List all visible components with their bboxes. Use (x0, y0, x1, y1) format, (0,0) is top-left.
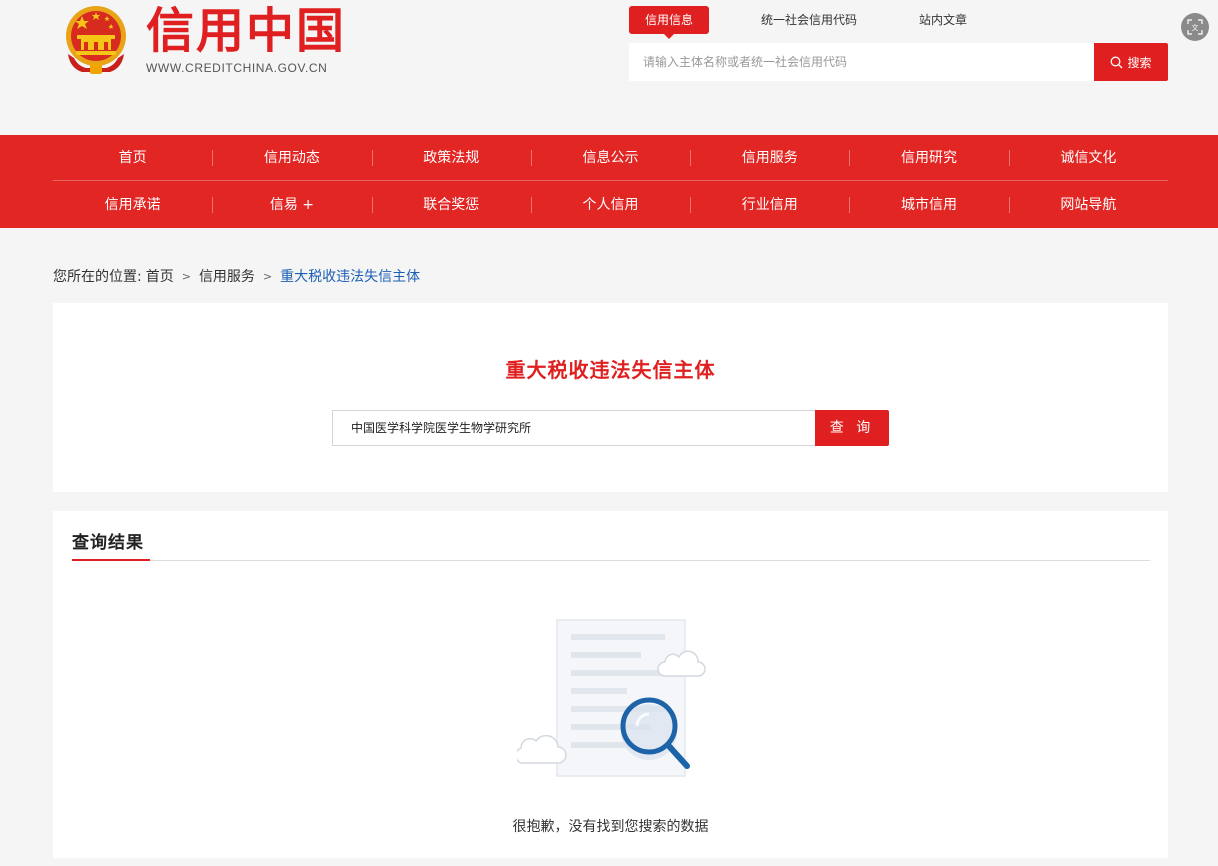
nav-item-credit-service[interactable]: 信用服务 (690, 135, 849, 181)
query-title: 重大税收违法失信主体 (505, 358, 716, 382)
result-title: 查询结果 (72, 533, 144, 553)
site-logo-title[interactable]: 信用中国 (146, 0, 346, 62)
query-button[interactable]: 查 询 (815, 410, 889, 446)
nav-item-site-nav[interactable]: 网站导航 (1008, 182, 1168, 228)
svg-text:文: 文 (1192, 23, 1199, 32)
breadcrumb-current[interactable]: 重大税收违法失信主体 (280, 266, 420, 286)
nav-item-credit-research[interactable]: 信用研究 (849, 135, 1008, 181)
search-icon (1111, 56, 1123, 68)
top-search-button-label: 搜索 (1127, 55, 1152, 70)
nav-item-xinyi-plus[interactable]: 信易 + (212, 182, 371, 228)
nav-item-info-public[interactable]: 信息公示 (530, 135, 690, 181)
breadcrumb-separator: > (181, 269, 191, 283)
top-search-button[interactable]: 搜索 (1094, 43, 1168, 81)
nav-item-joint-rewards[interactable]: 联合奖惩 (371, 182, 531, 228)
query-panel: 重大税收违法失信主体 中国医学科学院医学生物学研究所 查 询 (53, 303, 1168, 492)
breadcrumb-separator: > (262, 269, 273, 283)
nav-item-home[interactable]: 首页 (53, 135, 212, 181)
tab-site-articles[interactable]: 站内文章 (903, 6, 983, 34)
nav-item-personal-credit[interactable]: 个人信用 (530, 182, 690, 228)
query-input[interactable]: 中国医学科学院医学生物学研究所 (332, 410, 816, 446)
nav-row-1: 首页 信用动态 政策法规 信息公示 信用服务 信用研究 诚信文化 (53, 135, 1168, 181)
nav-item-city-credit[interactable]: 城市信用 (849, 182, 1008, 228)
top-search-input[interactable]: 请输入主体名称或者统一社会信用代码 (629, 43, 1094, 81)
translate-button[interactable]: 文 (1181, 13, 1209, 41)
top-search-bar: 请输入主体名称或者统一社会信用代码 搜索 (629, 43, 1168, 81)
breadcrumb-home[interactable]: 首页 (146, 266, 174, 286)
no-data-illustration-icon (517, 619, 706, 777)
nav-item-integrity-culture[interactable]: 诚信文化 (1008, 135, 1168, 181)
site-logo-url: WWW.CREDITCHINA.GOV.CN (146, 61, 328, 75)
nav-item-industry-credit[interactable]: 行业信用 (690, 182, 849, 228)
result-divider (72, 560, 1150, 561)
result-title-underline (72, 559, 150, 561)
breadcrumb: 您所在的位置: 首页 > 信用服务 > 重大税收违法失信主体 (53, 266, 420, 286)
tab-credit-info[interactable]: 信用信息 (629, 6, 710, 39)
main-nav: 首页 信用动态 政策法规 信息公示 信用服务 信用研究 诚信文化 信用承诺 信易… (0, 135, 1218, 228)
nav-item-credit-commitment[interactable]: 信用承诺 (53, 182, 212, 228)
result-panel: 查询结果 很抱歉，没有找到您搜索的数据 (53, 511, 1168, 858)
nav-item-credit-news[interactable]: 信用动态 (212, 135, 371, 181)
search-tabs: 信用信息 统一社会信用代码 站内文章 (629, 6, 983, 39)
nav-item-policy[interactable]: 政策法规 (371, 135, 531, 181)
nav-row-2: 信用承诺 信易 + 联合奖惩 个人信用 行业信用 城市信用 网站导航 (53, 182, 1168, 228)
empty-result-message: 很抱歉，没有找到您搜索的数据 (512, 819, 709, 835)
translate-icon: 文 (1187, 19, 1203, 35)
tab-unified-credit-code[interactable]: 统一社会信用代码 (745, 6, 873, 34)
national-emblem-icon[interactable] (60, 2, 132, 76)
breadcrumb-credit-service[interactable]: 信用服务 (199, 266, 255, 286)
site-header: 信用中国 WWW.CREDITCHINA.GOV.CN 信用信息 统一社会信用代… (0, 0, 1218, 135)
breadcrumb-prefix: 您所在的位置: (53, 269, 142, 285)
